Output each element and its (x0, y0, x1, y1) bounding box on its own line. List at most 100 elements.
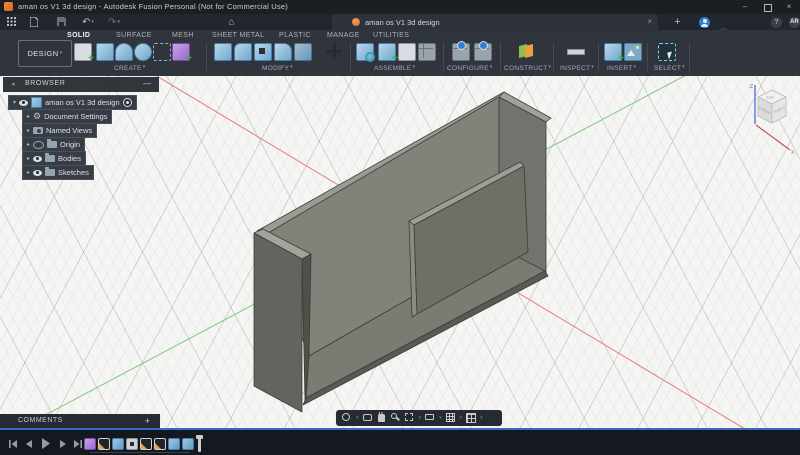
browser-collapse-icon[interactable]: ◂ (11, 80, 15, 88)
create-form-icon[interactable] (172, 43, 190, 61)
group-label-assemble[interactable]: ASSEMBLE (374, 64, 415, 72)
home-view-icon[interactable]: ⌂ (226, 17, 237, 28)
configuration-table-icon[interactable] (452, 43, 470, 61)
select-icon[interactable] (658, 43, 676, 61)
chevron-right-icon[interactable]: ▸ (27, 167, 30, 179)
file-menu-icon[interactable] (28, 17, 39, 28)
chevron-down-icon[interactable]: ▾ (13, 97, 16, 109)
press-pull-icon[interactable] (214, 43, 232, 61)
go-to-start-icon[interactable] (8, 439, 18, 449)
go-to-end-icon[interactable] (73, 439, 83, 449)
fit-view-icon[interactable] (405, 413, 413, 421)
timeline-sketch-feature[interactable] (98, 438, 110, 450)
browser-item-document-settings[interactable]: ▸ ⚙ Document Settings (22, 109, 112, 124)
visibility-eye-icon[interactable] (33, 170, 42, 176)
browser-root-item[interactable]: ▾ aman os V1 3d design (8, 95, 137, 110)
viewports-icon[interactable] (466, 413, 476, 423)
document-tab[interactable]: aman os V1 3d design × (332, 14, 658, 30)
undo-icon[interactable]: ↶ (82, 17, 93, 28)
document-tab-close-icon[interactable]: × (647, 17, 652, 26)
step-forward-icon[interactable] (58, 439, 68, 449)
timeline-shell-feature[interactable] (126, 438, 138, 450)
pan-hand-icon[interactable] (378, 414, 385, 422)
tab-sheet-metal[interactable]: SHEET METAL (212, 32, 264, 43)
tab-mesh[interactable]: MESH (172, 32, 194, 43)
account-avatar[interactable]: AR (789, 17, 800, 28)
step-back-icon[interactable] (24, 439, 34, 449)
chevron-right-icon[interactable]: ▸ (27, 125, 30, 137)
tab-plastic[interactable]: PLASTIC (279, 32, 311, 43)
group-label-create[interactable]: CREATE (114, 64, 146, 72)
timeline-extrude-feature[interactable] (168, 438, 180, 450)
model-canvas[interactable] (0, 76, 800, 428)
bom-table-icon[interactable] (418, 43, 436, 61)
offset-plane-icon[interactable] (518, 43, 534, 59)
maximize-button[interactable] (764, 4, 772, 12)
group-label-select[interactable]: SELECT (654, 64, 685, 72)
caret-down-icon[interactable]: ▾ (439, 415, 442, 421)
caret-down-icon[interactable]: ▾ (460, 415, 463, 421)
timeline-playhead[interactable] (198, 435, 201, 452)
visibility-eye-icon[interactable] (33, 156, 42, 162)
tab-utilities[interactable]: UTILITIES (373, 32, 409, 43)
extrude-icon[interactable] (96, 43, 114, 61)
caret-down-icon[interactable]: ▾ (480, 415, 483, 421)
visibility-off-eye-icon[interactable] (33, 141, 44, 149)
measure-icon[interactable] (567, 43, 583, 59)
browser-item-sketches[interactable]: ▸ Sketches (22, 165, 94, 180)
orbit-icon[interactable] (342, 413, 350, 421)
timeline-extrude-feature[interactable] (182, 438, 194, 450)
browser-item-named-views[interactable]: ▸ Named Views (22, 123, 97, 138)
joint-icon[interactable] (378, 43, 396, 61)
workspace-selector[interactable]: DESIGN (18, 40, 72, 67)
caret-down-icon[interactable]: ▾ (356, 415, 359, 421)
new-tab-button[interactable]: + (672, 17, 683, 28)
caret-down-icon[interactable]: ▾ (419, 415, 422, 421)
create-sketch-icon[interactable] (74, 43, 92, 61)
group-label-inspect[interactable]: INSPECT (560, 64, 594, 72)
browser-minimize-icon[interactable]: — (143, 79, 151, 88)
revolve-icon[interactable] (115, 43, 133, 61)
play-icon[interactable] (40, 438, 51, 449)
shell-icon[interactable] (254, 43, 272, 61)
save-icon[interactable] (56, 17, 67, 28)
timeline-sketch-feature[interactable] (154, 438, 166, 450)
group-label-configure[interactable]: CONFIGURE (447, 64, 493, 72)
new-component-icon[interactable] (356, 43, 374, 61)
browser-item-bodies[interactable]: ▸ Bodies (22, 151, 86, 166)
zoom-magnifier-icon[interactable] (391, 413, 397, 419)
browser-item-origin[interactable]: ▸ Origin (22, 137, 85, 152)
sphere-icon[interactable] (134, 43, 152, 61)
timeline-sketch-feature[interactable] (140, 438, 152, 450)
redo-icon[interactable]: ↷ (108, 17, 119, 28)
group-label-insert[interactable]: INSERT (607, 64, 636, 72)
insert-mesh-icon[interactable] (604, 43, 622, 61)
combine-icon[interactable] (274, 43, 292, 61)
view-cube[interactable]: Z X TOP FRONT RIGHT (736, 80, 800, 160)
chevron-right-icon[interactable]: ▸ (27, 139, 30, 151)
share-icon[interactable] (699, 17, 710, 28)
grid-settings-icon[interactable] (446, 413, 455, 422)
canvas-image-icon[interactable] (624, 43, 642, 61)
timeline-extrude-feature[interactable] (112, 438, 124, 450)
rigid-group-icon[interactable] (398, 43, 416, 61)
3d-viewport[interactable]: Z X TOP FRONT RIGHT ◂ BROWSER — ▾ aman o… (0, 76, 800, 428)
add-comment-button[interactable]: + (145, 416, 150, 426)
activate-radio-icon[interactable] (123, 98, 132, 107)
tab-surface[interactable]: SURFACE (116, 32, 152, 43)
chevron-right-icon[interactable]: ▸ (27, 153, 30, 165)
fillet-icon[interactable] (234, 43, 252, 61)
group-label-construct[interactable]: CONSTRUCT (504, 64, 551, 72)
pattern-icon[interactable] (153, 43, 171, 61)
timeline-form-feature[interactable] (84, 438, 96, 450)
look-at-icon[interactable] (363, 414, 372, 421)
comments-bar[interactable]: COMMENTS + (0, 414, 160, 428)
close-button[interactable]: × (780, 1, 798, 13)
tab-manage[interactable]: MANAGE (327, 32, 360, 43)
move-copy-icon[interactable] (326, 43, 342, 59)
chevron-right-icon[interactable]: ▸ (27, 111, 30, 123)
minimize-button[interactable]: – (736, 1, 754, 13)
group-label-modify[interactable]: MODIFY (262, 64, 293, 72)
browser-header[interactable]: ◂ BROWSER — (3, 77, 159, 92)
tab-solid[interactable]: SOLID (67, 32, 90, 43)
